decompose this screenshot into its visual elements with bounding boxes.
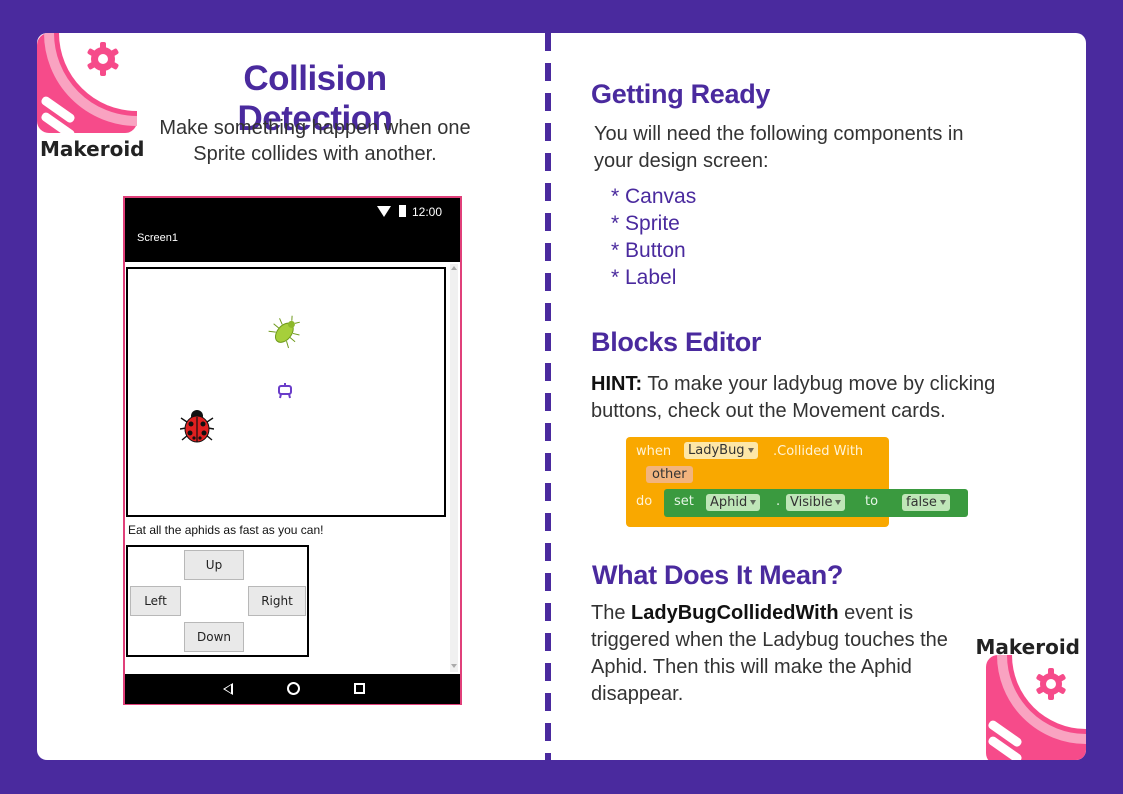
makeroid-logo <box>986 655 1086 760</box>
dropdown-arrow-icon <box>750 500 757 505</box>
makeroid-wordmark: Makeroid <box>40 137 145 161</box>
scroll-up-icon <box>451 266 457 270</box>
wifi-icon <box>377 206 391 217</box>
what-does-it-mean-heading: What Does It Mean? <box>592 560 844 590</box>
target-dropdown[interactable]: Aphid <box>706 494 761 511</box>
controls-arrangement: Up Left Right Down <box>126 545 309 657</box>
component-value: LadyBug <box>688 443 745 458</box>
right-button[interactable]: Right <box>248 586 306 616</box>
scrollbar[interactable] <box>450 264 458 672</box>
game-label: Eat all the aphids as fast as you can! <box>128 523 324 537</box>
robot-icon <box>278 383 292 399</box>
ladybug-sprite <box>180 410 214 443</box>
battery-icon <box>399 205 406 217</box>
app-title-bar: Screen1 <box>125 226 460 262</box>
phone-screenshot: 12:00 Screen1 Eat all the aphids as fast… <box>123 196 462 705</box>
clock: 12:00 <box>411 205 442 219</box>
makeroid-logo <box>37 33 147 138</box>
list-item: * Sprite <box>611 212 680 235</box>
status-bar: 12:00 <box>125 198 460 226</box>
set-block[interactable]: set Aphid . Visible to false <box>664 489 968 517</box>
event-name: LadyBugCollidedWith <box>631 602 839 624</box>
explanation-pre: The <box>591 602 632 624</box>
down-button[interactable]: Down <box>184 622 244 652</box>
getting-ready-text: You will need the following components i… <box>594 123 964 172</box>
hint-body: To make your ladybug move by clicking bu… <box>591 373 996 422</box>
do-label: do <box>636 494 653 509</box>
scroll-down-icon <box>451 664 457 668</box>
aphid-sprite <box>268 315 300 349</box>
hint-label: HINT: <box>591 373 643 395</box>
home-icon[interactable] <box>287 682 300 695</box>
param-other[interactable]: other <box>646 466 693 483</box>
game-canvas[interactable] <box>126 267 446 517</box>
component-dropdown[interactable]: LadyBug <box>684 442 758 459</box>
target-value: Aphid <box>710 495 748 510</box>
dropdown-arrow-icon <box>939 500 946 505</box>
collided-with-block[interactable]: when LadyBug .Collided With other do set… <box>626 437 968 527</box>
up-button[interactable]: Up <box>184 550 244 580</box>
hint-text: HINT: To make your ladybug move by click… <box>591 371 1041 425</box>
back-icon[interactable] <box>223 683 233 695</box>
set-label: set <box>674 494 694 509</box>
dashed-divider <box>545 33 551 760</box>
event-label: .Collided With <box>773 444 864 459</box>
explanation-text: The LadyBugCollidedWith event is trigger… <box>591 600 971 708</box>
property-dropdown[interactable]: Visible <box>786 494 846 511</box>
list-item: * Label <box>611 266 677 289</box>
card: Makeroid Collision Detection Make someth… <box>37 33 1086 760</box>
when-label: when <box>636 444 672 459</box>
value-dropdown[interactable]: false <box>902 494 950 511</box>
left-button[interactable]: Left <box>130 586 181 616</box>
blocks-editor-heading: Blocks Editor <box>591 327 762 357</box>
to-label: to <box>865 494 879 509</box>
dot-label: . <box>776 494 781 509</box>
screen-title: Screen1 <box>137 232 178 244</box>
components-list: * Canvas * Sprite * Button * Label <box>611 183 696 291</box>
value-value: false <box>906 495 937 510</box>
list-item: * Button <box>611 239 686 262</box>
dropdown-arrow-icon <box>747 448 754 453</box>
property-value: Visible <box>790 495 833 510</box>
recent-apps-icon[interactable] <box>354 683 365 694</box>
getting-ready-heading: Getting Ready <box>591 79 771 109</box>
page-subtitle: Make something happen when one Sprite co… <box>159 117 471 165</box>
dropdown-arrow-icon <box>835 500 842 505</box>
list-item: * Canvas <box>611 185 697 208</box>
android-nav-bar <box>125 674 460 704</box>
